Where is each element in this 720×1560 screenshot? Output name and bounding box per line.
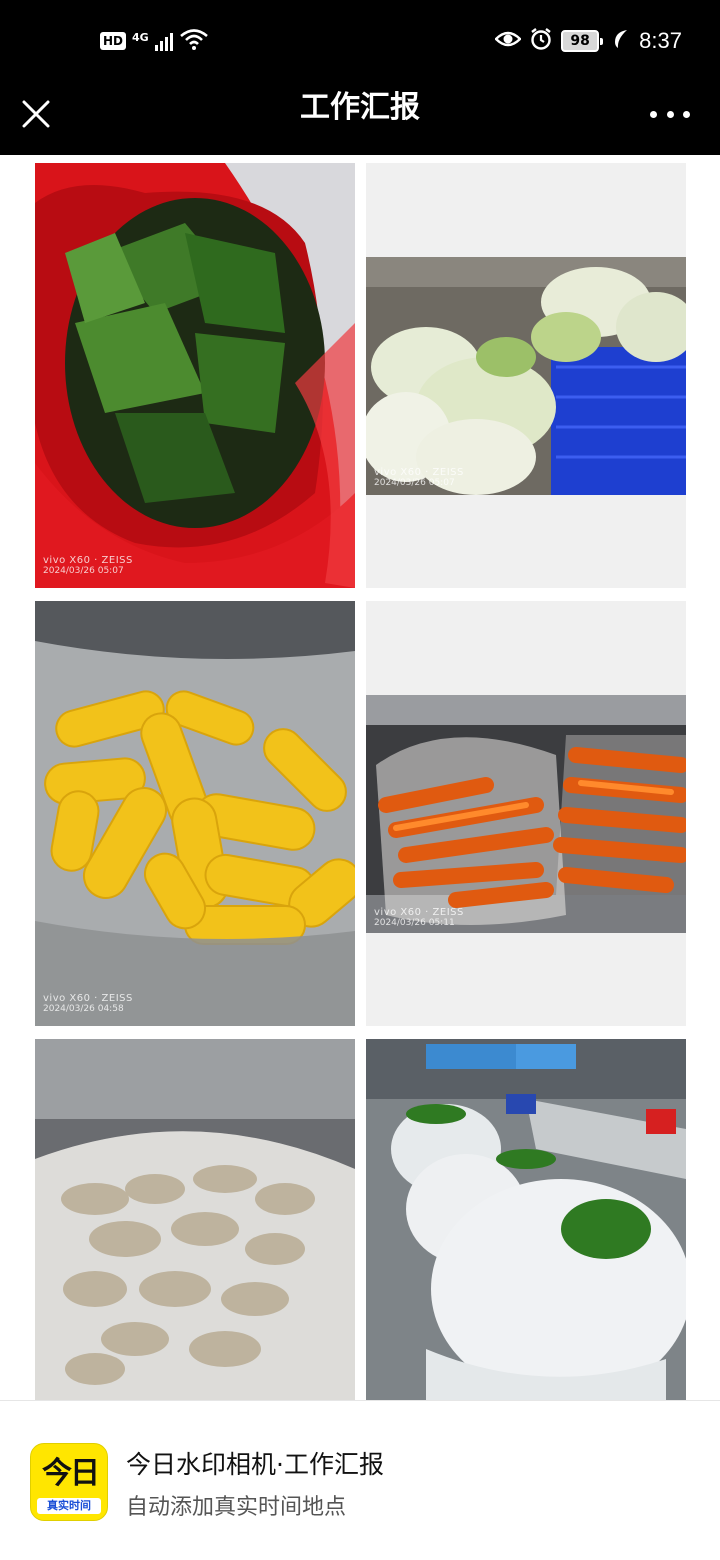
taro-photo — [35, 1039, 355, 1400]
app-banner[interactable]: 今日 真实时间 今日水印相机·工作汇报 自动添加真实时间地点 — [0, 1400, 720, 1560]
photo-tile-carrots[interactable]: vivo X60 · ZEISS 2024/03/26 05:11 — [366, 601, 686, 1026]
battery-level: 98 — [570, 33, 590, 49]
more-icon[interactable] — [650, 102, 690, 126]
kelp-photo: vivo X60 · ZEISS 2024/03/26 05:07 — [35, 163, 355, 588]
app-icon[interactable]: 今日 真实时间 — [30, 1443, 108, 1521]
photo-tile-cabbage[interactable]: vivo X60 · ZEISS 2024/03/26 05:07 — [366, 163, 686, 588]
signal-icon — [154, 31, 173, 51]
wifi-icon — [179, 27, 209, 55]
photo-watermark: vivo X60 · ZEISS 2024/03/26 04:58 — [43, 993, 133, 1014]
network-type: 4G — [132, 30, 149, 44]
cabbage-photo: vivo X60 · ZEISS 2024/03/26 05:07 — [366, 257, 686, 495]
banner-title: 今日水印相机·工作汇报 — [126, 1450, 384, 1479]
photo-tile-kelp[interactable]: vivo X60 · ZEISS 2024/03/26 05:07 — [35, 163, 355, 588]
app-icon-text: 今日 — [42, 1456, 100, 1491]
status-right: 98 8:37 — [494, 24, 682, 58]
eye-icon — [494, 29, 522, 53]
photo-watermark: vivo X60 · ZEISS 2024/03/26 05:07 — [43, 555, 133, 576]
app-icon-tag: 真实时间 — [37, 1498, 101, 1514]
carrots-photo: vivo X60 · ZEISS 2024/03/26 05:11 — [366, 695, 686, 933]
photo-tile-greens[interactable] — [366, 1039, 686, 1400]
photo-tile-taro[interactable] — [35, 1039, 355, 1400]
clock: 8:37 — [639, 28, 682, 53]
alarm-icon — [529, 27, 553, 55]
photo-watermark: vivo X60 · ZEISS 2024/03/26 05:07 — [374, 467, 464, 488]
hd-badge: HD — [100, 32, 127, 50]
photo-tile-corn[interactable]: vivo X60 · ZEISS 2024/03/26 04:58 — [35, 601, 355, 1026]
corn-photo: vivo X60 · ZEISS 2024/03/26 04:58 — [35, 601, 355, 1026]
leaf-icon — [613, 29, 629, 53]
photo-watermark: vivo X60 · ZEISS 2024/03/26 05:11 — [374, 907, 464, 928]
status-left: HD 4G — [100, 26, 209, 56]
photo-grid: vivo X60 · ZEISS 2024/03/26 05:07 vivo X… — [0, 155, 720, 1400]
close-icon[interactable] — [18, 96, 54, 132]
banner-subtitle: 自动添加真实时间地点 — [126, 1495, 347, 1520]
status-bar: HD 4G 98 8:37 — [0, 0, 720, 82]
greens-photo — [366, 1039, 686, 1400]
page-title: 工作汇报 — [300, 90, 420, 125]
nav-bar: 工作汇报 — [0, 82, 720, 155]
battery-icon: 98 — [561, 30, 604, 52]
